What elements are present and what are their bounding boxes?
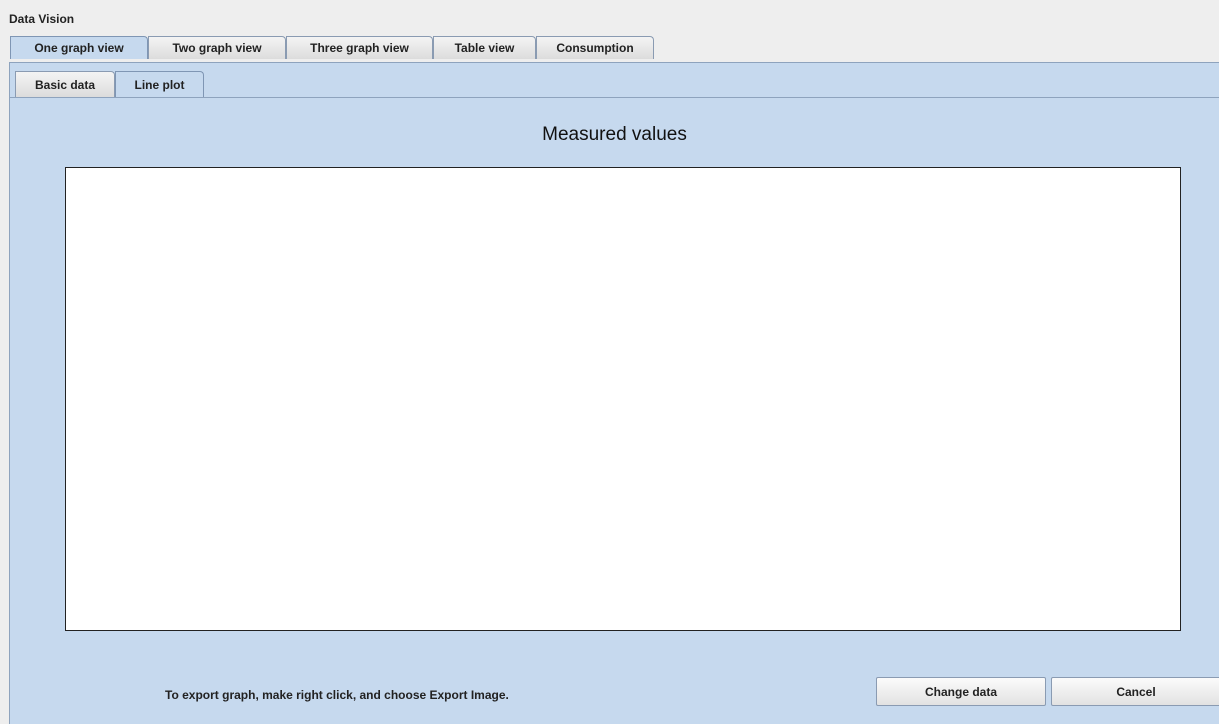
cancel-button[interactable]: Cancel [1051, 677, 1219, 706]
main-tab-strip: One graph view Two graph view Three grap… [0, 36, 1219, 62]
tab-basic-data[interactable]: Basic data [15, 71, 115, 97]
tab-three-graph-view[interactable]: Three graph view [286, 36, 433, 59]
line-plot-panel: Measured values To export graph, make ri… [10, 97, 1219, 724]
export-hint-text: To export graph, make right click, and c… [165, 688, 509, 702]
tab-table-view[interactable]: Table view [433, 36, 536, 59]
app-title: Data Vision [9, 12, 75, 26]
chart-title: Measured values [542, 124, 687, 145]
tab-consumption[interactable]: Consumption [536, 36, 654, 59]
main-tab-panel: Basic data Line plot Measured values To … [9, 62, 1219, 724]
plot-area[interactable] [65, 167, 1181, 631]
sub-tab-strip: Basic data Line plot [10, 63, 1219, 98]
tab-line-plot[interactable]: Line plot [115, 71, 204, 98]
application-window: Data Vision One graph view Two graph vie… [0, 0, 1219, 724]
tab-one-graph-view[interactable]: One graph view [10, 36, 148, 59]
title-bar: Data Vision [0, 0, 1219, 36]
tab-two-graph-view[interactable]: Two graph view [148, 36, 286, 59]
change-data-button[interactable]: Change data [876, 677, 1046, 706]
